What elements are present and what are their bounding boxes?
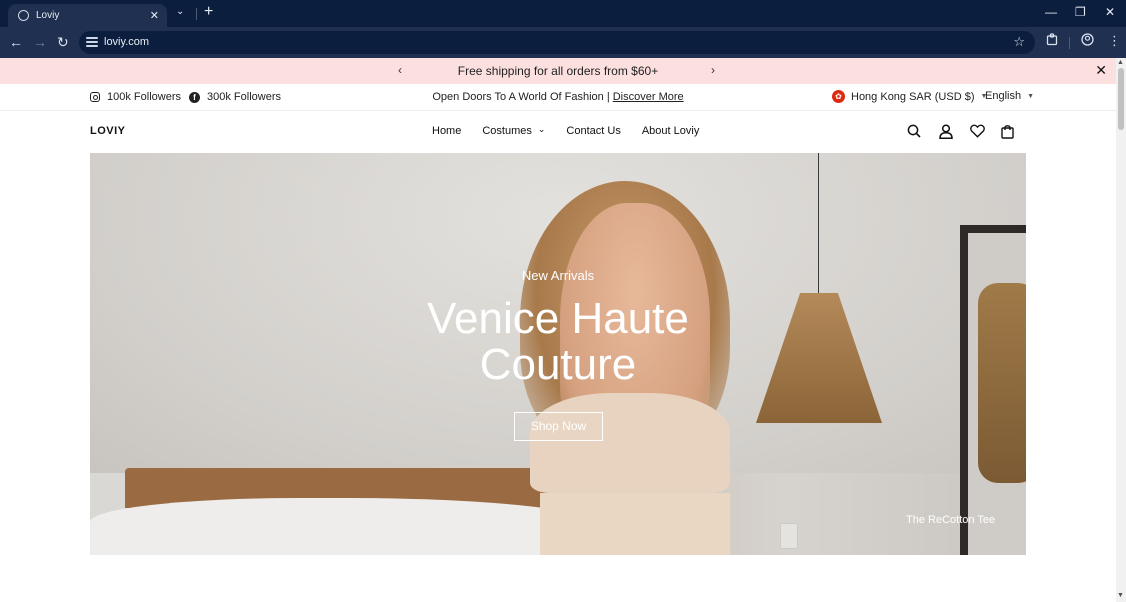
browser-toolbar: ← → ↻ loviy.com ☆ ⋮ <box>0 27 1126 58</box>
region-label: Hong Kong SAR (USD $) <box>851 90 975 103</box>
region-selector[interactable]: ✿ Hong Kong SAR (USD $) ▼ <box>832 90 987 103</box>
model-bottoms <box>540 493 730 555</box>
back-icon[interactable]: ← <box>9 34 23 50</box>
browser-tab-bar: Loviy ✕ ⌄ + — ❐ ✕ <box>0 0 1126 27</box>
scroll-down-icon[interactable]: ▼ <box>1117 592 1124 599</box>
shop-now-button[interactable]: Shop Now <box>514 412 603 441</box>
restore-icon[interactable]: ❐ <box>1075 5 1086 19</box>
scroll-up-icon[interactable]: ▲ <box>1117 59 1124 66</box>
wishlist-heart-icon[interactable] <box>970 124 985 143</box>
announcement-next-icon[interactable]: › <box>711 63 715 77</box>
site-header: LOVIY Home Costumes Contact Us About Lov… <box>0 111 1116 153</box>
tab-close-icon[interactable]: ✕ <box>150 9 159 22</box>
bed-sheets <box>90 498 610 555</box>
extensions-icon[interactable] <box>1046 33 1059 49</box>
nav-home[interactable]: Home <box>432 125 461 137</box>
nav-contact-us[interactable]: Contact Us <box>566 125 620 137</box>
discover-more-link[interactable]: Discover More <box>613 91 684 103</box>
announcement-close-icon[interactable]: ✕ <box>1095 62 1107 79</box>
hero-kicker: New Arrivals <box>521 268 595 283</box>
url-text[interactable]: loviy.com <box>104 36 149 48</box>
tab-title: Loviy <box>36 10 60 21</box>
page-scrollbar[interactable]: ▲ ▼ <box>1116 58 1126 602</box>
site-logo[interactable]: LOVIY <box>90 125 126 137</box>
account-icon[interactable] <box>939 124 953 144</box>
language-label: English <box>985 90 1022 102</box>
minimize-icon[interactable]: — <box>1045 5 1057 19</box>
search-icon[interactable] <box>907 124 921 143</box>
toolbar-separator <box>1069 37 1070 49</box>
nav-costumes[interactable]: Costumes <box>482 125 545 137</box>
profile-icon[interactable] <box>1081 33 1094 49</box>
nav-about-loviy[interactable]: About Loviy <box>642 125 699 137</box>
language-selector[interactable]: English ▼ <box>985 90 1034 102</box>
tab-list-icon[interactable]: ⌄ <box>176 6 184 17</box>
utility-bar: 100k Followers f 300k Followers Open Doo… <box>0 84 1116 111</box>
bookmark-star-icon[interactable]: ☆ <box>1013 34 1025 50</box>
site-info-icon[interactable] <box>86 35 98 49</box>
hero-product-caption[interactable]: The ReCotton Tee <box>906 514 995 526</box>
promo-text: Open Doors To A World Of Fashion | <box>432 91 613 103</box>
address-bar[interactable]: loviy.com ☆ <box>79 31 1035 54</box>
browser-menu-icon[interactable]: ⋮ <box>1108 33 1121 49</box>
reload-icon[interactable]: ↻ <box>57 34 69 50</box>
announcement-text: Free shipping for all orders from $60+ <box>457 64 659 78</box>
wall-outlet <box>780 523 798 549</box>
scroll-thumb[interactable] <box>1118 68 1124 130</box>
hero-headline-line-2: Couture <box>479 340 637 389</box>
model-bra-top <box>530 393 730 493</box>
globe-icon <box>18 10 29 21</box>
hong-kong-flag-icon: ✿ <box>832 90 845 103</box>
hero-headline-line-1: Venice Haute <box>427 294 689 343</box>
window-close-icon[interactable]: ✕ <box>1105 5 1115 19</box>
hero-banner[interactable]: New Arrivals Venice Haute Couture Shop N… <box>90 153 1026 555</box>
tab-separator <box>196 8 197 20</box>
cart-bag-icon[interactable] <box>1001 124 1014 144</box>
main-nav: Home Costumes Contact Us About Loviy <box>432 125 720 137</box>
new-tab-icon[interactable]: + <box>204 3 213 21</box>
browser-tab[interactable]: Loviy ✕ <box>8 4 167 27</box>
announcement-bar: ‹ Free shipping for all orders from $60+… <box>0 58 1116 84</box>
chevron-down-icon: ▼ <box>1027 92 1035 100</box>
hero-headline: Venice Haute Couture <box>90 296 1026 388</box>
forward-icon[interactable]: → <box>33 34 47 50</box>
